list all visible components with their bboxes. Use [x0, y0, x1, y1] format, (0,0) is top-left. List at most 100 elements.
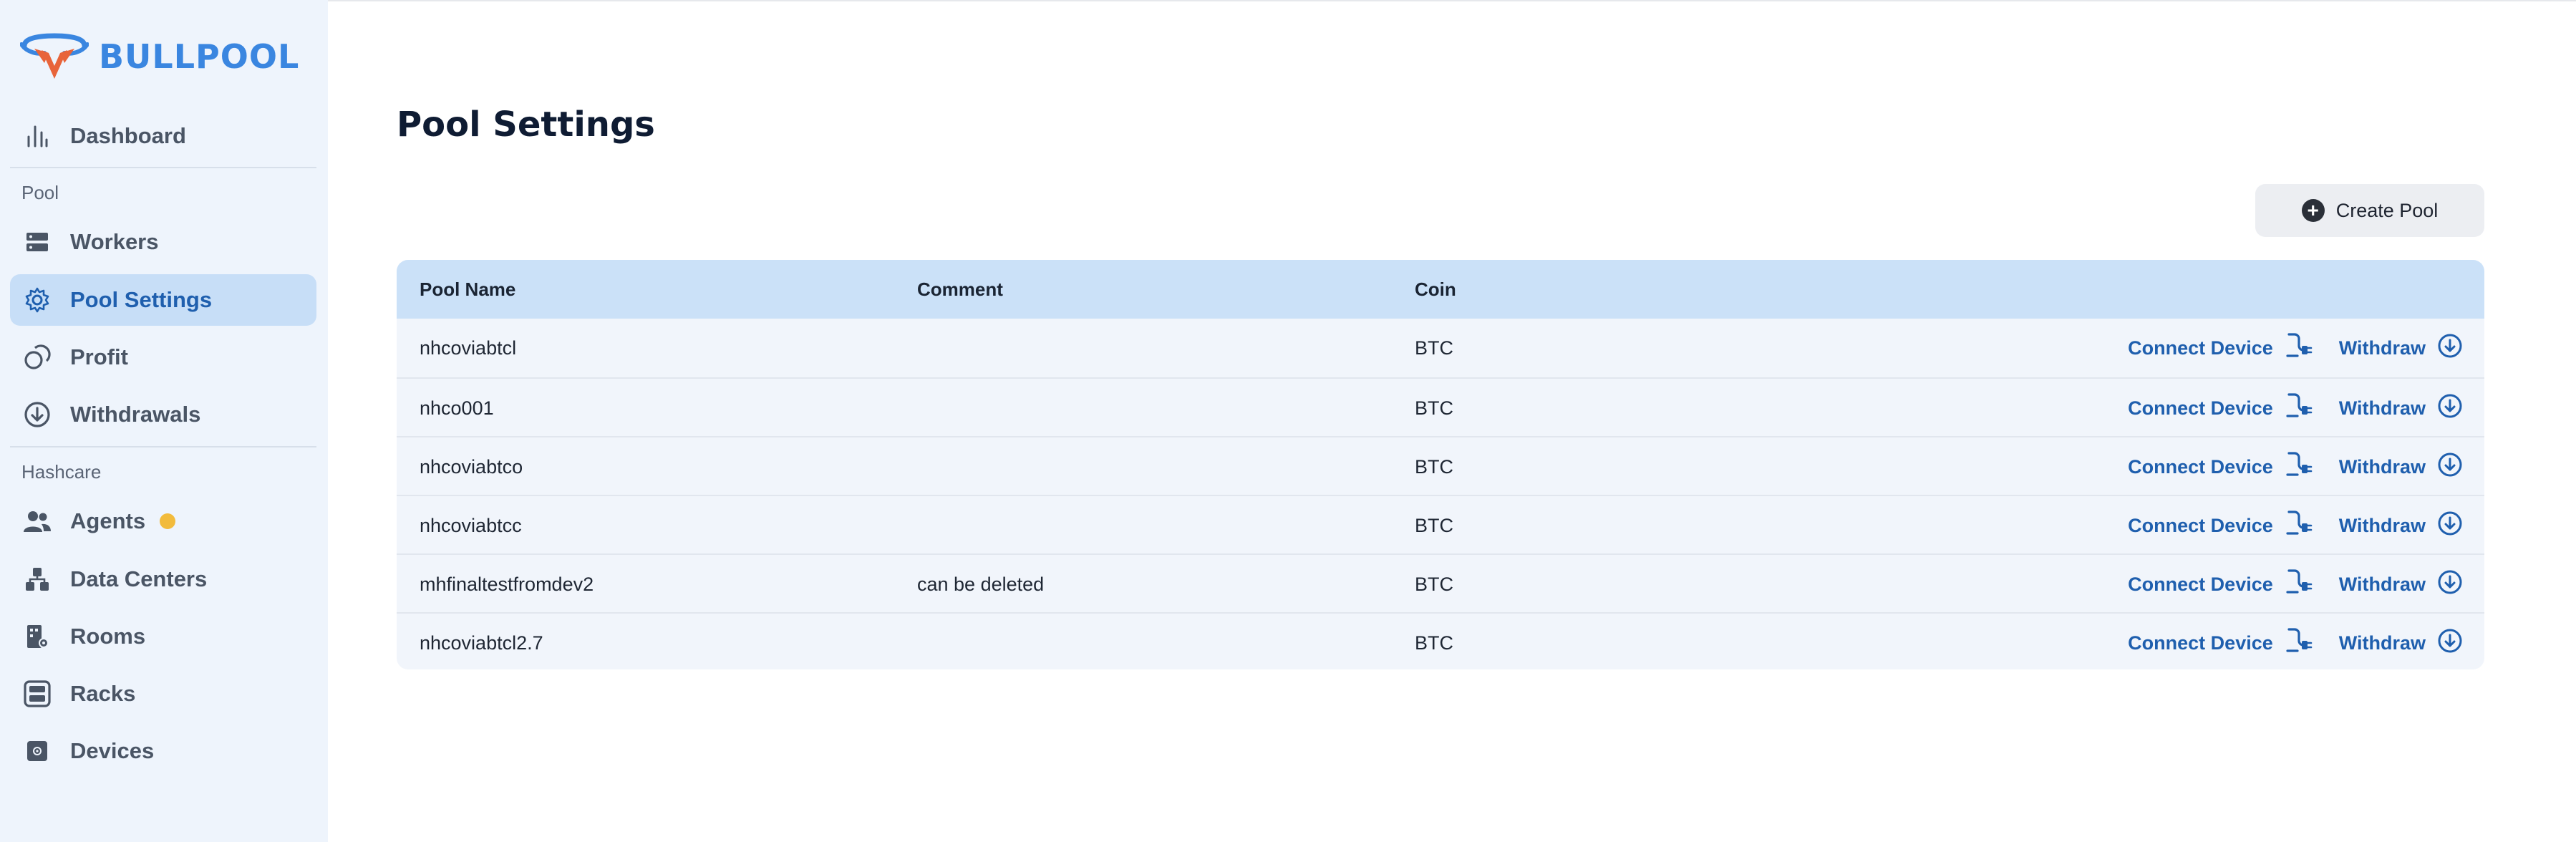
sidebar-item-workers[interactable]: Workers [10, 216, 316, 268]
connect-device-label: Connect Device [2128, 632, 2273, 654]
plug-icon [2285, 568, 2313, 601]
sidebar-item-withdrawals[interactable]: Withdrawals [10, 389, 316, 440]
sidebar-item-rooms[interactable]: Rooms [10, 611, 316, 662]
sidebar-item-label: Racks [70, 681, 136, 706]
withdraw-button[interactable]: Withdraw [2339, 628, 2463, 659]
row-actions: Connect Device Withdraw [2128, 496, 2463, 555]
plug-icon [2285, 626, 2313, 660]
table-header: Pool Name Comment Coin [397, 260, 2484, 319]
withdraw-label: Withdraw [2338, 397, 2426, 419]
withdraw-label: Withdraw [2338, 573, 2426, 595]
download-circle-icon [2437, 393, 2463, 424]
cell-pool-name: nhcoviabtco [420, 455, 523, 478]
page-title: Pool Settings [397, 105, 655, 145]
sidebar-item-data-centers[interactable]: Data Centers [10, 553, 316, 605]
withdraw-button[interactable]: Withdraw [2339, 569, 2463, 600]
gear-icon [21, 284, 53, 316]
withdraw-button[interactable]: Withdraw [2339, 452, 2463, 483]
sidebar-item-label: Rooms [70, 624, 146, 649]
brand-logo[interactable]: BULLPOOL [20, 32, 299, 82]
connect-device-button[interactable]: Connect Device [2128, 509, 2313, 543]
cell-pool-name: nhcoviabtcl [420, 337, 517, 359]
coins-icon [21, 342, 53, 373]
row-actions: Connect Device Withdraw [2128, 555, 2463, 614]
withdraw-button[interactable]: Withdraw [2339, 333, 2463, 364]
column-header-pool-name: Pool Name [420, 278, 516, 300]
cell-coin: BTC [1415, 397, 1453, 419]
connect-device-label: Connect Device [2128, 514, 2273, 536]
connect-device-button[interactable]: Connect Device [2128, 626, 2313, 660]
sidebar-item-devices[interactable]: Devices [10, 725, 316, 777]
plus-circle-icon: + [2301, 199, 2325, 222]
hierarchy-icon [21, 563, 53, 595]
plug-icon [2285, 332, 2313, 365]
connect-device-button[interactable]: Connect Device [2128, 332, 2313, 365]
sidebar-item-label: Pool Settings [70, 287, 213, 312]
cell-coin: BTC [1415, 514, 1453, 536]
room-icon [21, 621, 53, 652]
users-icon [21, 505, 53, 537]
sidebar: BULLPOOL Dashboard Pool Workers Pool Set… [0, 0, 328, 842]
download-circle-icon [2437, 510, 2463, 541]
sidebar-item-label: Dashboard [70, 123, 186, 148]
plug-icon [2285, 450, 2313, 484]
bar-chart-icon [21, 120, 53, 152]
top-border [0, 0, 2576, 1]
withdraw-button[interactable]: Withdraw [2339, 510, 2463, 541]
withdraw-label: Withdraw [2338, 337, 2426, 359]
cell-pool-name: nhcoviabtcc [420, 514, 522, 536]
connect-device-label: Connect Device [2128, 337, 2273, 359]
download-circle-icon [2437, 333, 2463, 364]
create-pool-label: Create Pool [2335, 199, 2439, 221]
sidebar-item-agents[interactable]: Agents [10, 495, 316, 547]
table-row: nhcoviabtcl BTC Connect Device Withdraw [397, 319, 2484, 377]
create-pool-button[interactable]: + Create Pool [2255, 184, 2484, 237]
cell-coin: BTC [1415, 632, 1453, 654]
column-header-coin: Coin [1415, 278, 1456, 300]
row-actions: Connect Device Withdraw [2128, 614, 2463, 669]
connect-device-button[interactable]: Connect Device [2128, 568, 2313, 601]
rack-icon [21, 678, 53, 710]
sidebar-item-label: Profit [70, 344, 128, 369]
cell-pool-name: mhfinaltestfromdev2 [420, 573, 594, 595]
sidebar-item-profit[interactable]: Profit [10, 332, 316, 383]
section-label-hashcare: Hashcare [21, 461, 102, 483]
sidebar-divider [10, 167, 316, 168]
table-row: mhfinaltestfromdev2 can be deleted BTC Conn… [397, 553, 2484, 612]
table-row: nhco001 BTC Connect Device Withdraw [397, 377, 2484, 436]
withdraw-label: Withdraw [2338, 514, 2426, 536]
cell-coin: BTC [1415, 337, 1453, 359]
connect-device-button[interactable]: Connect Device [2128, 392, 2313, 425]
sidebar-item-label: Withdrawals [70, 402, 201, 427]
download-circle-icon [2437, 628, 2463, 659]
withdraw-label: Withdraw [2338, 632, 2426, 654]
sidebar-item-label: Agents [70, 508, 146, 533]
cell-coin: BTC [1415, 573, 1453, 595]
row-actions: Connect Device Withdraw [2128, 379, 2463, 437]
cell-coin: BTC [1415, 455, 1453, 478]
cell-comment: can be deleted [917, 573, 1045, 595]
withdraw-label: Withdraw [2338, 455, 2426, 478]
plug-icon [2285, 392, 2313, 425]
sidebar-item-label: Data Centers [70, 566, 208, 591]
server-icon [21, 226, 53, 258]
brand-name: BULLPOOL [99, 37, 300, 76]
sidebar-item-dashboard[interactable]: Dashboard [10, 110, 316, 162]
connect-device-label: Connect Device [2128, 397, 2273, 419]
sidebar-item-label: Devices [70, 738, 155, 763]
row-actions: Connect Device Withdraw [2128, 319, 2463, 377]
table-row: nhcoviabtcl2.7 BTC Connect Device Withdraw [397, 612, 2484, 669]
sidebar-item-label: Workers [70, 229, 159, 254]
table-body: nhcoviabtcl BTC Connect Device Withdraw nhco… [397, 319, 2484, 669]
connect-device-label: Connect Device [2128, 573, 2273, 595]
bull-logo-icon [20, 33, 89, 79]
pools-table: Pool Name Comment Coin nhcoviabtcl BTC Con… [397, 260, 2484, 669]
section-label-pool: Pool [21, 182, 59, 203]
sidebar-divider [10, 446, 316, 447]
table-row: nhcoviabtcc BTC Connect Device Withdraw [397, 495, 2484, 553]
sidebar-item-pool-settings[interactable]: Pool Settings [10, 274, 316, 326]
download-circle-icon [2437, 569, 2463, 600]
withdraw-button[interactable]: Withdraw [2339, 393, 2463, 424]
connect-device-button[interactable]: Connect Device [2128, 450, 2313, 484]
sidebar-item-racks[interactable]: Racks [10, 668, 316, 720]
